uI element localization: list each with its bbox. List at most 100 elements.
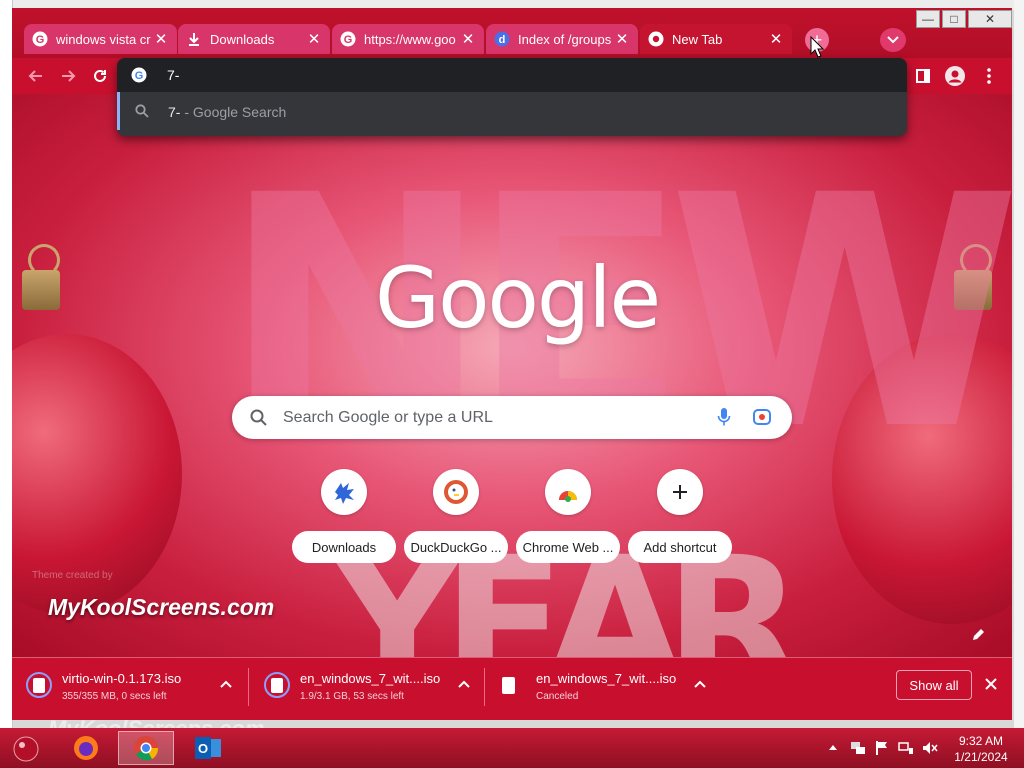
- shortcut-tile[interactable]: DuckDuckGo ...: [404, 469, 508, 569]
- reload-icon: [94, 69, 106, 82]
- forward-button[interactable]: [57, 66, 79, 86]
- close-tab-icon[interactable]: ✕: [306, 30, 322, 48]
- shortcut-label: Add shortcut: [628, 531, 732, 563]
- chrome-web-store-icon: [545, 469, 591, 515]
- omnibox-dropdown: G 7- 7- - Google Search: [117, 58, 907, 136]
- shortcut-tile[interactable]: Downloads: [292, 469, 396, 569]
- divider: [248, 668, 249, 706]
- sonic-icon: [321, 469, 367, 515]
- search-input[interactable]: Search Google or type a URL: [283, 409, 493, 427]
- chevron-up-icon[interactable]: [220, 680, 232, 688]
- shortcut-label: Downloads: [292, 531, 396, 563]
- google-g-icon: G: [131, 67, 147, 83]
- firefox-icon: [74, 736, 98, 760]
- clock-date: 1/21/2024: [954, 750, 1008, 764]
- tray-expand-icon[interactable]: [829, 744, 837, 750]
- suggestion-text: 7- - Google Search: [168, 104, 286, 120]
- download-item[interactable]: en_windows_7_wit....iso 1.9/3.1 GB, 53 s…: [250, 658, 482, 716]
- google-logo: Google: [375, 249, 661, 347]
- close-tab-icon[interactable]: ✕: [614, 30, 630, 48]
- download-item[interactable]: virtio-win-0.1.173.iso 355/355 MB, 0 sec…: [12, 658, 244, 716]
- profile-button[interactable]: [944, 66, 966, 86]
- side-panel-button[interactable]: [912, 66, 934, 86]
- flag-icon[interactable]: [875, 740, 889, 756]
- tab-index-groups[interactable]: d Index of /groups ✕: [486, 24, 638, 54]
- microphone-icon[interactable]: [717, 407, 731, 427]
- suggestion-suffix: - Google Search: [180, 104, 287, 120]
- network-icon[interactable]: [898, 740, 914, 756]
- close-tab-icon[interactable]: ✕: [460, 30, 476, 48]
- start-button[interactable]: [4, 731, 48, 765]
- ornament-cap: [22, 270, 60, 310]
- chevron-up-icon[interactable]: [694, 680, 706, 688]
- customize-button[interactable]: [967, 624, 989, 646]
- start-orb-icon: [13, 736, 39, 762]
- download-filename: en_windows_7_wit....iso: [536, 671, 677, 686]
- outlook-icon: O: [195, 737, 221, 759]
- download-status: 355/355 MB, 0 secs left: [62, 691, 167, 702]
- taskbar-firefox[interactable]: [58, 731, 114, 765]
- taskbar-outlook[interactable]: O: [180, 731, 236, 765]
- tab-new-tab[interactable]: New Tab ✕: [640, 24, 792, 54]
- watermark-text: MyKoolScreens.com: [48, 594, 275, 620]
- menu-button[interactable]: [978, 66, 1000, 86]
- ornament-hook: [28, 244, 60, 276]
- shortcut-label: DuckDuckGo ...: [404, 531, 508, 563]
- theme-credit[interactable]: Theme created by: [32, 570, 113, 581]
- google-lens-icon[interactable]: [752, 407, 772, 427]
- close-icon[interactable]: [984, 677, 998, 691]
- shortcut-label: Chrome Web ...: [516, 531, 620, 563]
- file-icon: [33, 678, 45, 693]
- pencil-icon: [973, 629, 984, 640]
- download-status: Canceled: [536, 691, 579, 702]
- back-button[interactable]: [25, 66, 47, 86]
- tab-title: windows vista cr: [56, 31, 151, 47]
- file-icon: [271, 678, 283, 693]
- tab-downloads[interactable]: Downloads ✕: [178, 24, 330, 54]
- taskbar-chrome[interactable]: [118, 731, 174, 765]
- chrome-icon: [648, 31, 664, 47]
- close-tab-icon[interactable]: ✕: [153, 30, 169, 48]
- svg-text:d: d: [499, 34, 506, 46]
- show-all-button[interactable]: Show all: [896, 670, 972, 700]
- tab-search-button[interactable]: [880, 28, 906, 52]
- tab-favicon-icon: d: [494, 31, 510, 47]
- tab-google-url[interactable]: G https://www.goo ✕: [332, 24, 484, 54]
- tab-title: New Tab: [672, 31, 723, 47]
- maximize-button[interactable]: □: [942, 10, 966, 28]
- download-status: 1.9/3.1 GB, 53 secs left: [300, 691, 404, 702]
- reload-button[interactable]: [89, 66, 111, 86]
- svg-text:G: G: [344, 34, 353, 46]
- tab-title: Index of /groups: [518, 31, 612, 47]
- address-input[interactable]: 7-: [167, 67, 179, 83]
- network-monitor-icon[interactable]: [850, 740, 866, 756]
- chevron-down-icon: [887, 36, 899, 44]
- address-bar[interactable]: G 7-: [117, 58, 907, 92]
- new-tab-page: NEW YEAR Google Search Google or type a …: [12, 94, 1012, 657]
- download-shelf: virtio-win-0.1.173.iso 355/355 MB, 0 sec…: [12, 657, 1012, 716]
- suggestion-query: 7-: [168, 104, 181, 120]
- volume-muted-icon[interactable]: [922, 740, 938, 756]
- download-filename: en_windows_7_wit....iso: [300, 671, 441, 686]
- shortcut-tile[interactable]: Add shortcut: [628, 469, 732, 569]
- clock-time: 9:32 AM: [958, 734, 1004, 748]
- duckduckgo-icon: [433, 469, 479, 515]
- svg-text:G: G: [135, 70, 144, 82]
- arrow-left-icon: [28, 70, 42, 82]
- tab-windows-vista[interactable]: G windows vista cr ✕: [24, 24, 177, 54]
- system-clock[interactable]: 9:32 AM 1/21/2024: [946, 733, 1016, 765]
- chevron-up-icon[interactable]: [458, 680, 470, 688]
- download-item[interactable]: en_windows_7_wit....iso Canceled: [486, 658, 718, 716]
- close-tab-icon[interactable]: ✕: [768, 30, 784, 48]
- close-window-button[interactable]: ✕: [968, 10, 1012, 28]
- taskbar: O 9:32 AM 1/21/2024: [0, 728, 1024, 768]
- search-box[interactable]: Search Google or type a URL: [232, 396, 792, 439]
- minimize-button[interactable]: —: [916, 10, 940, 28]
- download-icon: [186, 31, 202, 47]
- shortcut-tile[interactable]: Chrome Web ...: [516, 469, 620, 569]
- google-g-icon: G: [32, 31, 48, 47]
- avatar-icon: [945, 66, 965, 86]
- search-icon: [135, 104, 149, 118]
- omnibox-suggestion[interactable]: 7- - Google Search: [117, 92, 907, 130]
- mouse-cursor-icon: [810, 36, 824, 58]
